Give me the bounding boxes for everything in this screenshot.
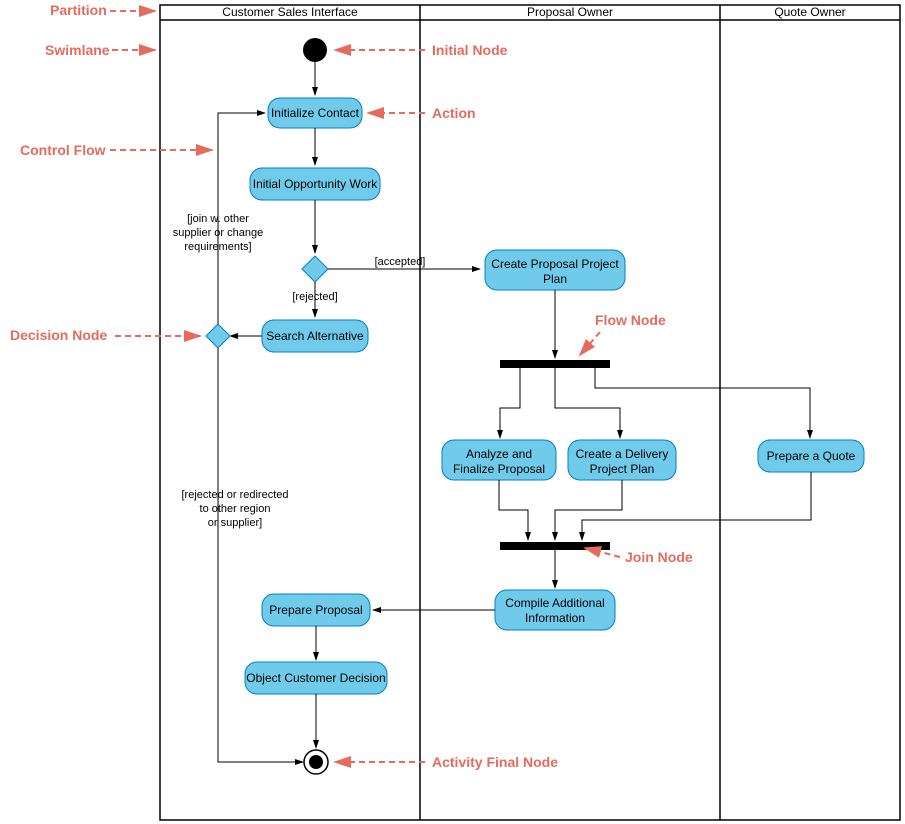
svg-text:Create a Delivery: Create a Delivery [576,447,669,461]
decision-node-left [206,324,230,348]
svg-text:Analyze and: Analyze and [466,447,532,461]
fork-node [500,360,610,368]
flow-edge [500,368,520,438]
action-prepare-quote: Prepare a Quote [758,440,864,472]
annot-partition: Partition [50,2,107,18]
action-object-decision: Object Customer Decision [245,662,387,694]
action-initialize-contact: Initialize Contact [268,98,362,128]
svg-text:Plan: Plan [543,272,567,286]
action-create-proposal-plan: Create Proposal Project Plan [485,250,625,290]
action-create-delivery: Create a Delivery Project Plan [568,440,676,480]
guard-join3: requirements] [184,241,251,253]
annot-decision-node: Decision Node [10,327,107,343]
activity-diagram: Customer Sales Interface Proposal Owner … [0,0,905,824]
guard-join2: supplier or change [173,227,264,239]
annot-control-flow: Control Flow [20,142,106,158]
svg-text:Information: Information [525,611,585,625]
annot-final-node: Activity Final Node [432,754,558,770]
guard-rejected: [rejected] [292,291,337,303]
decision-node-main [302,256,328,282]
guard-accepted: [accepted] [375,256,426,268]
svg-text:Finalize Proposal: Finalize Proposal [453,462,545,476]
lane-header-3: Quote Owner [774,5,845,19]
svg-text:Prepare Proposal: Prepare Proposal [269,603,362,617]
svg-text:Create Proposal Project: Create Proposal Project [491,257,619,271]
action-prepare-proposal: Prepare Proposal [262,594,370,626]
flow-edge [595,368,810,438]
action-compile-info: Compile Additional Information [495,590,615,630]
swimlane-frame: Customer Sales Interface Proposal Owner … [160,5,900,820]
svg-text:Compile Additional: Compile Additional [505,596,604,610]
guard-join1: [join w. other [187,213,249,225]
svg-text:Search Alternative: Search Alternative [266,329,364,343]
action-initial-opportunity: Initial Opportunity Work [250,168,380,200]
flow-edge [555,368,620,438]
initial-node [303,38,327,62]
flow-edge [499,480,528,540]
annot-flow-node: Flow Node [595,312,666,328]
action-analyze-finalize: Analyze and Finalize Proposal [442,440,556,480]
lane-header-2: Proposal Owner [527,5,613,19]
flow-edge [582,472,811,540]
flow-edge [218,348,303,762]
svg-text:Initial Opportunity Work: Initial Opportunity Work [253,177,378,191]
svg-text:Prepare a Quote: Prepare a Quote [767,449,856,463]
annot-initial-node: Initial Node [432,42,508,58]
action-search-alternative: Search Alternative [262,320,368,352]
annot-arrow [580,332,600,355]
guard-redir3: or supplier] [208,517,262,529]
svg-text:Project Plan: Project Plan [590,462,655,476]
lane-header-1: Customer Sales Interface [222,5,358,19]
annot-action: Action [432,105,476,121]
annot-join-node: Join Node [625,549,693,565]
guard-redir2: to other region [200,503,271,515]
final-node [304,750,328,774]
svg-text:Initialize Contact: Initialize Contact [271,106,360,120]
join-node [500,542,610,550]
flow-edge [555,480,622,540]
guard-redir1: [rejected or redirected [182,489,289,501]
svg-text:Object Customer Decision: Object Customer Decision [246,671,385,685]
annot-swimlane: Swimlane [45,42,110,58]
